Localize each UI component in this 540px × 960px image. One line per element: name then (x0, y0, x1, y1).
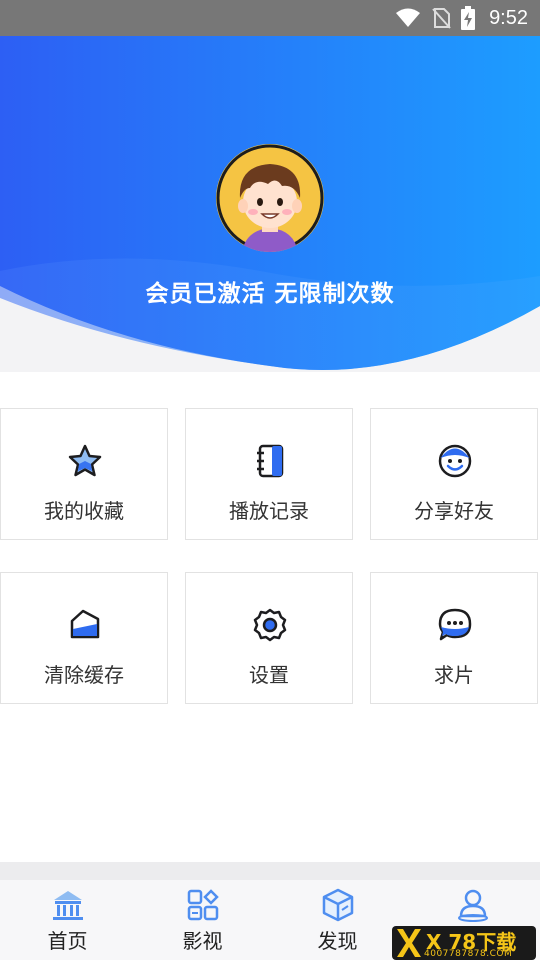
menu-label: 分享好友 (414, 499, 494, 523)
menu-share[interactable]: 分享好友 (370, 408, 538, 540)
no-sim-icon (432, 8, 451, 29)
notebook-icon (257, 444, 284, 478)
eraser-icon (70, 609, 100, 639)
watermark-subtext: 4007787878.COM (424, 949, 513, 959)
gear-icon (253, 608, 287, 642)
nav-label: 首页 (47, 929, 88, 953)
menu-label: 求片 (434, 663, 474, 687)
nav-separator (0, 862, 540, 880)
smile-icon (438, 444, 472, 478)
nav-movies[interactable]: 影视 (135, 880, 270, 960)
menu-label: 播放记录 (229, 499, 309, 523)
nav-discover[interactable]: 发现 (270, 880, 405, 960)
menu-label: 设置 (249, 663, 289, 687)
home-building-icon (52, 891, 83, 920)
menu-label: 清除缓存 (44, 663, 124, 687)
menu-favorites[interactable]: 我的收藏 (0, 408, 168, 540)
discover-cube-icon (322, 888, 353, 922)
user-profile-icon (457, 889, 488, 922)
membership-status: 会员已激活 无限制次数 (145, 281, 395, 307)
watermark-logo: X 78下载 4007787878.COM (392, 926, 536, 960)
avatar[interactable] (216, 144, 324, 252)
profile-header: 会员已激活 无限制次数 (0, 36, 540, 372)
chat-bubble-icon (438, 608, 472, 641)
menu-label: 我的收藏 (44, 499, 124, 523)
menu-settings[interactable]: 设置 (185, 572, 353, 704)
nav-label: 影视 (182, 929, 223, 953)
battery-charging-icon (461, 6, 476, 30)
x-logo-icon (397, 929, 421, 957)
wifi-icon (396, 8, 421, 27)
menu-history[interactable]: 播放记录 (185, 408, 353, 540)
status-time: 9:52 (489, 6, 528, 29)
status-bar: 9:52 (0, 0, 540, 36)
nav-home[interactable]: 首页 (0, 880, 135, 960)
nav-label: 发现 (317, 929, 358, 953)
menu-request-film[interactable]: 求片 (370, 572, 538, 704)
boy-avatar-icon (216, 144, 324, 252)
menu-clear-cache[interactable]: 清除缓存 (0, 572, 168, 704)
star-icon (68, 444, 102, 477)
grid-apps-icon (187, 889, 219, 921)
